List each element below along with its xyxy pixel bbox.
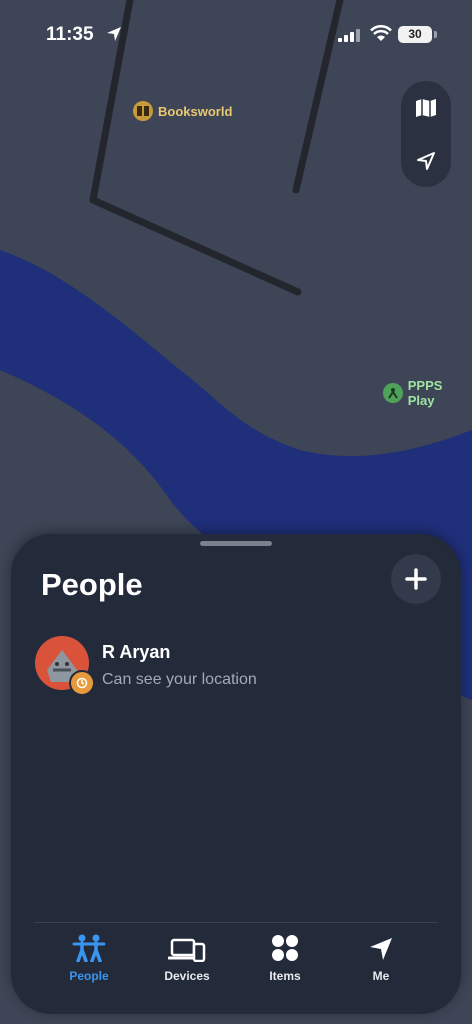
person-status: Can see your location	[102, 671, 257, 688]
playground-icon	[383, 383, 403, 403]
status-bar: 11:35 30	[0, 0, 472, 70]
location-arrow-icon	[370, 938, 392, 960]
book-icon	[133, 101, 153, 121]
map-icon	[416, 98, 436, 117]
sharing-badge-icon	[69, 670, 95, 696]
poi-booksworld[interactable]: Booksworld	[133, 101, 232, 121]
tab-bar: People Devices Items Me	[11, 932, 461, 992]
tab-bar-divider	[34, 922, 438, 923]
tab-people[interactable]: People	[41, 932, 137, 992]
map-mode-button[interactable]	[401, 81, 451, 134]
add-person-button[interactable]	[391, 554, 441, 604]
items-icon	[272, 935, 298, 961]
tab-me[interactable]: Me	[333, 932, 429, 992]
tab-items[interactable]: Items	[237, 932, 333, 992]
tab-label: People	[69, 969, 109, 983]
battery-tip	[434, 31, 437, 38]
person-name: R Aryan	[102, 642, 171, 662]
cellular-signal-icon	[338, 29, 360, 42]
devices-icon	[168, 938, 206, 962]
sheet-title: People	[41, 567, 143, 602]
list-item[interactable]: R Aryan Can see your location	[33, 634, 443, 696]
location-services-icon	[107, 27, 121, 41]
poi-ppps-play[interactable]: PPPS Play	[383, 378, 472, 408]
tab-devices[interactable]: Devices	[139, 932, 235, 992]
clock: 11:35	[46, 24, 94, 45]
poi-label: Booksworld	[158, 103, 233, 119]
people-sheet: People R Aryan Can see your location Peo…	[11, 534, 461, 1014]
poi-label: PPPS Play	[407, 378, 443, 408]
battery-indicator: 30	[398, 26, 432, 43]
people-icon	[72, 934, 106, 962]
plus-icon	[405, 568, 427, 590]
tab-label: Devices	[164, 969, 210, 983]
wifi-icon	[370, 25, 392, 41]
map-controls	[401, 81, 451, 187]
tab-label: Me	[372, 969, 390, 983]
sheet-grabber[interactable]	[200, 541, 272, 546]
tab-label: Items	[269, 969, 301, 983]
current-location-button[interactable]	[401, 134, 451, 187]
location-arrow-icon	[417, 151, 435, 170]
